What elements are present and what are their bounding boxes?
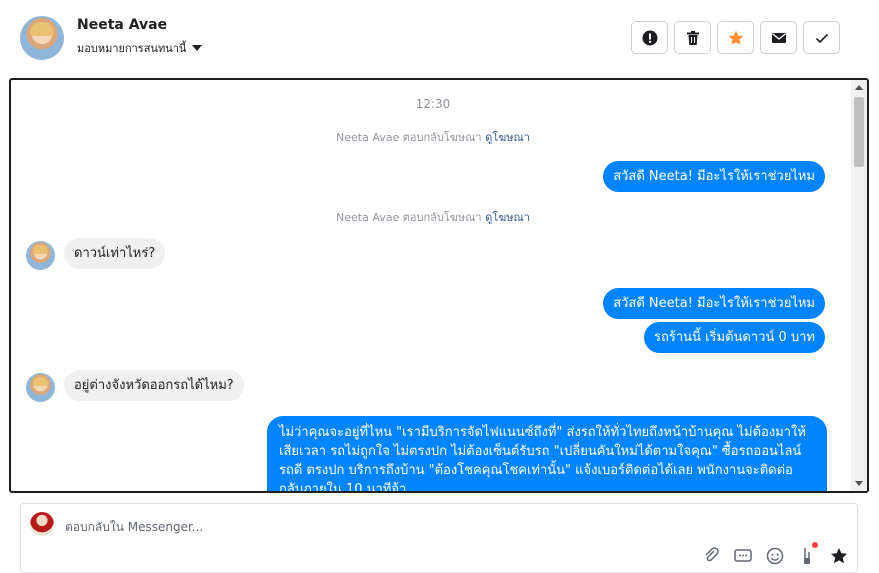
ad-reply-text: Neeta Avae ตอบกลับโฆษณา: [336, 131, 482, 144]
star-icon: [728, 30, 743, 45]
contact-avatar-small: [26, 373, 55, 402]
message-in: อยู่ต่างจังหวัดออกรถได้ไหม?: [64, 370, 244, 401]
ad-reply-notice: Neeta Avae ตอบกลับโฆษณา ดูโฆษณา: [11, 208, 855, 226]
assign-label: มอบหมายการสนทนานี้: [77, 42, 187, 55]
exclamation-icon: [642, 30, 657, 45]
caret-down-icon: [192, 45, 203, 51]
view-ad-link[interactable]: ดูโฆษณา: [485, 131, 530, 144]
trash-icon: [686, 30, 699, 45]
scroll-down-arrow-icon[interactable]: [855, 481, 863, 486]
tag-icon[interactable]: [797, 546, 817, 566]
ad-reply-text: Neeta Avae ตอบกลับโฆษณา: [336, 211, 482, 224]
check-icon: [815, 33, 828, 43]
view-ad-link[interactable]: ดูโฆษณา: [485, 211, 530, 224]
delete-button[interactable]: [674, 21, 711, 54]
attachment-icon[interactable]: [701, 546, 721, 566]
message-thread[interactable]: 12:30 Neeta Avae ตอบกลับโฆษณา ดูโฆษณา สว…: [9, 78, 869, 493]
action-toolbar: [631, 21, 840, 54]
message-in: ดาวน์เท่าไหร่?: [64, 238, 166, 269]
scroll-thumb[interactable]: [854, 97, 864, 167]
conversation-header: Neeta Avae มอบหมายการสนทนานี้: [0, 0, 879, 76]
contact-avatar[interactable]: [20, 16, 64, 60]
page-avatar: [30, 512, 54, 536]
ad-reply-notice: Neeta Avae ตอบกลับโฆษณา ดูโฆษณา: [11, 128, 855, 146]
thread-scrollbar[interactable]: [851, 80, 867, 491]
emoji-icon[interactable]: [765, 546, 785, 566]
reply-input[interactable]: ตอบกลับใน Messenger...: [65, 518, 203, 537]
spam-button[interactable]: [631, 21, 668, 54]
unread-button[interactable]: [760, 21, 797, 54]
message-out: สวัสดี Neeta! มีอะไรให้เราช่วยไหม: [603, 161, 825, 192]
contact-name[interactable]: Neeta Avae: [77, 17, 167, 33]
done-button[interactable]: [803, 21, 840, 54]
message-out-long: ไม่ว่าคุณจะอยู่ที่ไหน "เรามีบริการจัดไฟแ…: [267, 416, 827, 491]
saved-reply-icon[interactable]: [733, 546, 753, 566]
notification-dot: [812, 542, 818, 548]
scroll-up-arrow-icon[interactable]: [855, 85, 863, 90]
contact-avatar-small: [26, 241, 55, 270]
message-out: สวัสดี Neeta! มีอะไรให้เราช่วยไหม: [603, 288, 825, 319]
star-button[interactable]: [717, 21, 754, 54]
envelope-icon: [771, 32, 786, 43]
star-icon[interactable]: [829, 546, 849, 566]
message-out: รถร้านนี้ เริ่มต้นดาวน์ 0 บาท: [644, 322, 825, 353]
assign-conversation-dropdown[interactable]: มอบหมายการสนทนานี้: [77, 39, 203, 57]
timestamp: 12:30: [415, 97, 451, 111]
composer-tools: [701, 546, 849, 566]
reply-composer: ตอบกลับใน Messenger...: [20, 503, 858, 573]
